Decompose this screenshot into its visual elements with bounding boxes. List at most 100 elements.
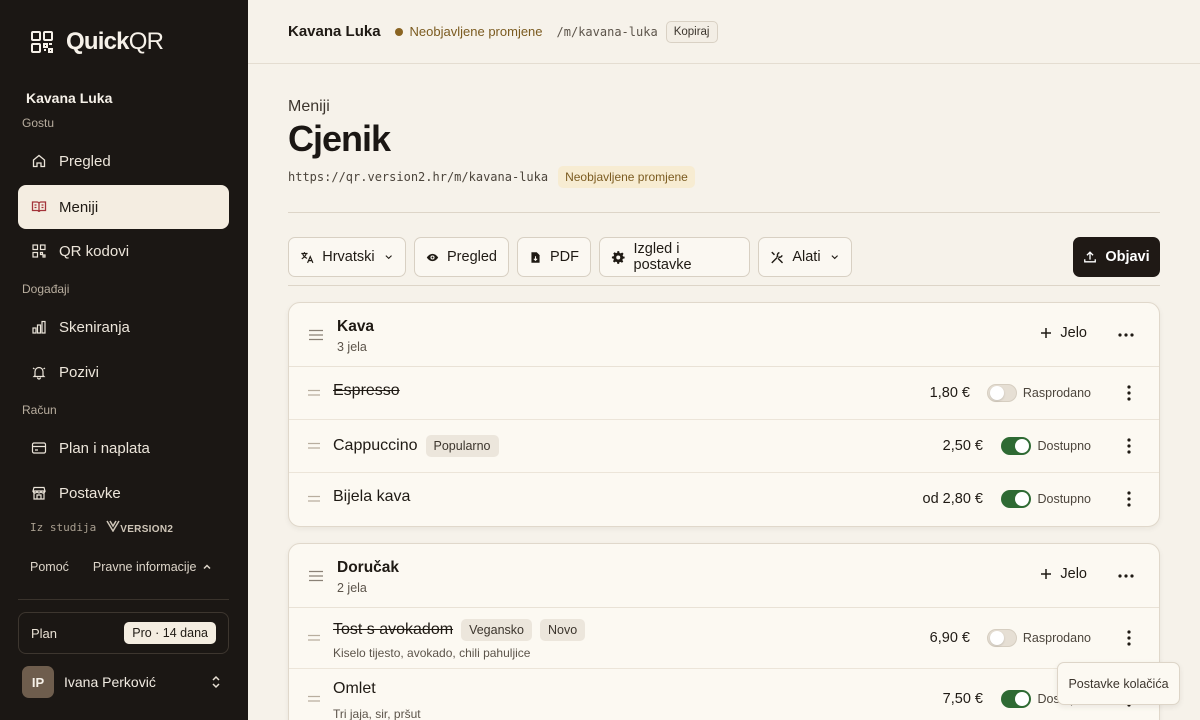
eye-icon (426, 253, 439, 261)
publish-button[interactable]: Objavi (1073, 237, 1160, 277)
group-label-events: Događaji (22, 282, 70, 296)
sidebar-item-label: Postavke (59, 484, 121, 502)
publish-label: Objavi (1105, 249, 1150, 265)
category-card-kava: Kava 3 jela Jelo Espresso 1,80 € Rasprod… (288, 302, 1160, 527)
sidebar-item-label: QR kodovi (59, 242, 130, 260)
toggle-knob (990, 386, 1004, 400)
legal-label: Pravne informacije (92, 560, 197, 574)
list-item[interactable]: Bijela kava od 2,80 € Dostupno (289, 473, 1159, 526)
item-name[interactable]: Omlet (333, 680, 376, 698)
item-price[interactable]: 7,50 € (943, 691, 983, 707)
studio-credit[interactable]: Iz studija VERSION2 (30, 520, 173, 535)
category-name[interactable]: Doručak (337, 559, 399, 577)
preview-button[interactable]: Pregled (414, 237, 509, 277)
language-label: Hrvatski (322, 249, 375, 265)
sidebar: QuickQR Kavana Luka Gostu Pregled Meniji… (0, 0, 248, 720)
sidebar-item-scans[interactable]: Skeniranja (18, 305, 229, 349)
cookie-settings-button[interactable]: Postavke kolačića (1057, 662, 1180, 705)
sidebar-item-settings[interactable]: Postavke (18, 471, 229, 515)
item-price[interactable]: od 2,80 € (923, 491, 983, 507)
drag-handle-icon[interactable] (308, 634, 320, 642)
app-logo[interactable]: QuickQR (30, 28, 164, 56)
item-tag: Vegansko (461, 619, 532, 641)
more-vertical-icon[interactable] (1126, 489, 1132, 509)
user-name: Ivana Perković (64, 674, 156, 690)
item-price[interactable]: 1,80 € (930, 385, 970, 401)
more-vertical-icon[interactable] (1126, 383, 1132, 403)
add-item-button[interactable]: Jelo (1040, 566, 1087, 582)
sidebar-item-overview[interactable]: Pregled (18, 139, 229, 183)
sidebar-item-calls[interactable]: Pozivi (18, 350, 229, 394)
availability-status: Rasprodano (1022, 631, 1091, 645)
more-horizontal-icon[interactable] (1117, 325, 1135, 345)
more-vertical-icon[interactable] (1126, 436, 1132, 456)
drag-handle-icon[interactable] (308, 389, 320, 397)
group-label-guests: Gostu (22, 116, 55, 130)
qr-logo-icon (31, 31, 53, 53)
drag-handle-icon[interactable] (308, 495, 320, 503)
availability-toggle[interactable] (1001, 437, 1031, 455)
toggle-knob (1015, 492, 1029, 506)
sidebar-item-billing[interactable]: Plan i naplata (18, 426, 229, 470)
availability-toggle[interactable] (987, 384, 1017, 402)
breadcrumb[interactable]: Meniji (288, 98, 330, 116)
category-name[interactable]: Kava (337, 318, 374, 336)
drag-handle-icon[interactable] (308, 329, 324, 341)
plan-badge: Pro · 14 dana (124, 622, 216, 644)
legal-toggle[interactable]: Pravne informacije (93, 560, 213, 574)
credit-card-icon (31, 442, 47, 454)
more-vertical-icon[interactable] (1126, 628, 1132, 648)
bar-chart-icon (32, 320, 46, 334)
item-name[interactable]: Espresso (333, 382, 400, 400)
item-name[interactable]: Tost s avokadom (333, 621, 453, 639)
sidebar-item-label: Skeniranja (59, 318, 130, 336)
add-item-button[interactable]: Jelo (1040, 325, 1087, 341)
sidebar-item-qr-codes[interactable]: QR kodovi (18, 229, 229, 273)
list-item[interactable]: Espresso 1,80 € Rasprodano (289, 367, 1159, 420)
sidebar-item-label: Pozivi (59, 363, 100, 381)
item-name-wrap: Espresso (333, 382, 400, 400)
avatar: IP (22, 666, 54, 698)
chevron-updown-icon (212, 675, 220, 689)
drag-handle-icon[interactable] (308, 570, 324, 582)
item-price[interactable]: 6,90 € (930, 630, 970, 646)
drag-handle-icon[interactable] (308, 695, 320, 703)
venue-name: Kavana Luka (26, 90, 113, 106)
status-badge: Neobjavljene promjene (558, 166, 695, 188)
tools-menu[interactable]: Alati (758, 237, 852, 277)
more-horizontal-icon[interactable] (1117, 566, 1135, 586)
availability-toggle[interactable] (1001, 490, 1031, 508)
language-select[interactable]: Hrvatski (288, 237, 406, 277)
menu-url-row: https://qr.version2.hr/m/kavana-luka Neo… (288, 166, 695, 188)
item-name[interactable]: Bijela kava (333, 488, 410, 506)
item-price[interactable]: 2,50 € (943, 438, 983, 454)
chevron-down-icon (831, 255, 838, 260)
item-name[interactable]: Cappuccino (333, 437, 418, 455)
appearance-settings-button[interactable]: Izgled i postavke (599, 237, 750, 277)
appearance-settings-label: Izgled i postavke (633, 241, 692, 273)
category-count: 3 jela (337, 340, 367, 354)
file-download-icon (531, 251, 540, 263)
tools-label: Alati (792, 249, 821, 265)
sidebar-item-menus[interactable]: Meniji (18, 185, 229, 229)
tools-icon (771, 251, 784, 263)
help-link[interactable]: Pomoć (30, 560, 69, 574)
copy-button[interactable]: Kopiraj (665, 20, 718, 43)
header-divider (288, 212, 1160, 213)
user-menu[interactable]: IP Ivana Perković (22, 666, 222, 698)
page-title: Cjenik (288, 118, 391, 159)
plus-icon (1041, 328, 1052, 338)
availability-toggle[interactable] (1001, 690, 1031, 708)
drag-handle-icon[interactable] (308, 442, 320, 450)
plan-box[interactable]: Plan Pro · 14 dana (18, 612, 229, 654)
availability-toggle[interactable] (987, 629, 1017, 647)
menu-url[interactable]: https://qr.version2.hr/m/kavana-luka (288, 170, 548, 184)
pdf-button[interactable]: PDF (517, 237, 591, 277)
item-name-wrap: Tost s avokadom Vegansko Novo (333, 619, 586, 641)
list-item[interactable]: Omlet Tri jaja, sir, pršut 7,50 € Dostup… (289, 669, 1159, 720)
qr-icon (32, 244, 46, 258)
item-tag: Popularno (425, 435, 499, 457)
add-item-label: Jelo (1060, 325, 1087, 341)
list-item[interactable]: Cappuccino Popularno 2,50 € Dostupno (289, 420, 1159, 473)
list-item[interactable]: Tost s avokadom Vegansko Novo Kiselo tij… (289, 608, 1159, 669)
